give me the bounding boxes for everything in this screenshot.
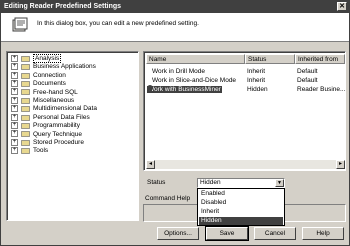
expand-icon[interactable]: +: [11, 105, 18, 113]
folder-icon: [21, 114, 30, 121]
cell-text: Default: [297, 68, 318, 75]
table-row[interactable]: Work in Drill Mode Inherit Default: [146, 67, 345, 76]
expand-icon[interactable]: +: [11, 71, 18, 79]
scroll-left-icon: ◂: [148, 161, 152, 167]
cell-text: Inherit: [247, 77, 266, 84]
status-label: Status: [147, 179, 166, 186]
expand-icon[interactable]: +: [11, 138, 18, 146]
save-button[interactable]: Save: [205, 226, 249, 241]
tree-item-label: Programmability: [33, 122, 80, 130]
dialog-window: Editing Reader Predefined Settings ✕ In …: [0, 0, 350, 246]
tree-item[interactable]: + Tools: [11, 146, 48, 155]
tree-item-label: Multidimensional Data: [33, 105, 97, 113]
folder-icon: [21, 64, 30, 70]
table-cell-status: Inherit: [247, 67, 295, 76]
header-description: In this dialog box, you can edit a new p…: [37, 20, 199, 27]
folder-icon: [21, 72, 30, 79]
folder-icon: [21, 97, 30, 104]
table-cell-inherited: Reader Busine...: [297, 85, 345, 94]
tree-item-label: Documents: [33, 80, 66, 88]
table-cell-name: Work in Slice-and-Dice Mode: [152, 76, 248, 85]
expand-icon[interactable]: +: [11, 54, 18, 62]
tree-item-label: Tools: [33, 147, 49, 155]
table-cell-inherited: Default: [297, 76, 345, 85]
command-help-label: Command Help: [145, 195, 191, 202]
scroll-right-button[interactable]: ▸: [336, 160, 345, 169]
cell-text: Default: [297, 77, 318, 84]
table-cell-name: Work in Drill Mode: [152, 67, 248, 76]
folder-icon: [21, 148, 30, 154]
status-dropdown-list[interactable]: Enabled Disabled Inherit Hidden: [197, 188, 285, 226]
tree-item-label: Free-hand SQL: [33, 88, 78, 96]
cell-text: Work in Slice-and-Dice Mode: [152, 77, 237, 84]
dialog-header: In this dialog box, you can edit a new p…: [1, 13, 349, 42]
cell-text: Work with BusinessMiner: [147, 86, 222, 93]
cell-text: Inherit: [247, 68, 266, 75]
folder-icon: [21, 81, 30, 87]
settings-icon: [12, 17, 28, 32]
folder-icon: [21, 123, 30, 129]
options-button[interactable]: Options...: [157, 227, 199, 240]
column-header-name[interactable]: Name: [146, 54, 245, 64]
tree-item-label: Business Applications: [33, 63, 96, 71]
close-icon: ✕: [339, 3, 345, 10]
folder-icon: [21, 106, 30, 112]
dropdown-option[interactable]: Enabled: [199, 190, 283, 198]
expand-icon[interactable]: +: [11, 79, 18, 87]
dropdown-option[interactable]: Disabled: [199, 199, 283, 207]
expand-icon[interactable]: +: [11, 130, 18, 138]
cell-text: Work in Drill Mode: [152, 68, 205, 75]
scroll-left-button[interactable]: ◂: [146, 160, 155, 169]
table-row[interactable]: Work with BusinessMiner Hidden Reader Busi…: [146, 85, 345, 94]
tree-item-label: Personal Data Files: [33, 113, 90, 121]
expand-icon[interactable]: +: [11, 96, 18, 104]
folder-icon: [21, 89, 30, 96]
cell-text: Reader Busine...: [297, 86, 345, 93]
chevron-down-icon: ▼: [277, 180, 282, 186]
horizontal-scrollbar[interactable]: ◂ ▸: [146, 160, 345, 169]
expand-icon[interactable]: +: [11, 63, 18, 71]
settings-list[interactable]: Name Status Inherited from Work in Drill…: [143, 51, 346, 171]
expand-icon[interactable]: +: [11, 121, 18, 129]
tree-item-label: Query Technique: [33, 130, 83, 138]
expand-icon[interactable]: +: [11, 147, 18, 155]
expand-icon[interactable]: +: [11, 88, 18, 96]
tree-item-label: Stored Procedure: [33, 139, 84, 146]
column-header-status[interactable]: Status: [245, 54, 295, 64]
table-cell-status: Inherit: [247, 76, 295, 85]
category-tree[interactable]: + Analysis + Business Applications + Connecti…: [6, 51, 139, 221]
status-value: Hidden: [200, 179, 221, 186]
expand-icon[interactable]: +: [11, 113, 18, 121]
folder-icon: [21, 55, 30, 62]
help-button[interactable]: Help: [302, 227, 344, 240]
setting-icon: [147, 85, 153, 91]
cell-text: Hidden: [247, 86, 268, 93]
folder-icon: [21, 131, 30, 138]
table-row[interactable]: Work in Slice-and-Dice Mode Inherit Defaul…: [146, 76, 345, 85]
dropdown-button[interactable]: ▼: [275, 179, 284, 187]
table-cell-status: Hidden: [247, 85, 295, 94]
table-cell-inherited: Default: [297, 67, 345, 76]
title-bar: Editing Reader Predefined Settings ✕: [1, 1, 349, 13]
status-combobox[interactable]: Hidden ▼: [197, 178, 285, 188]
table-cell-name: Work with BusinessMiner: [147, 85, 243, 94]
dropdown-option[interactable]: Inherit: [199, 208, 283, 216]
dropdown-option[interactable]: Hidden: [199, 217, 283, 225]
cancel-button[interactable]: Cancel: [254, 227, 296, 240]
close-button[interactable]: ✕: [337, 2, 347, 11]
scroll-right-icon: ▸: [338, 161, 342, 167]
tree-item-label: Miscellaneous: [33, 97, 75, 104]
column-header-inherited[interactable]: Inherited from: [295, 54, 345, 64]
tree-item-label: Connection: [33, 71, 66, 79]
dialog-title: Editing Reader Predefined Settings: [4, 3, 122, 10]
folder-icon: [21, 139, 30, 146]
